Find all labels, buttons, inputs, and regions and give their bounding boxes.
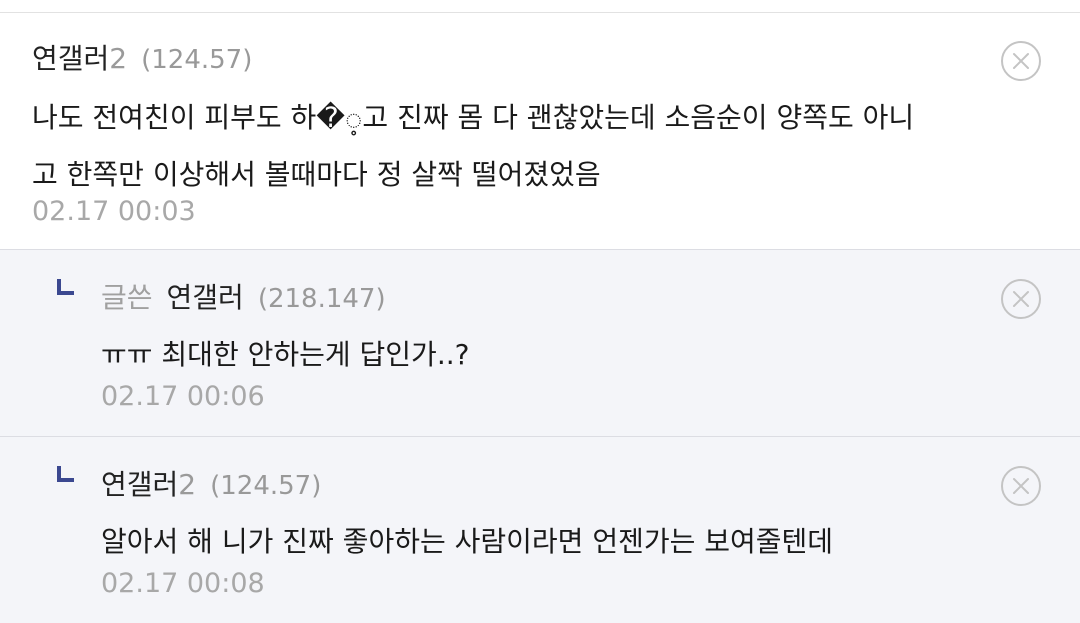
reply-item: 글쓴 연갤러 (218.147) ㅠㅠ 최대한 안하는게 답인가..? 02.1…: [0, 250, 1080, 437]
reply-header: 글쓴 연갤러 (218.147): [101, 276, 386, 316]
comment-text: 나도 전여친이 피부도 하�့고 진짜 몸 다 괜찮았는데 소음순이 양쪽도 아…: [32, 89, 914, 203]
top-divider: [0, 0, 1080, 13]
comment-text-line: 나도 전여친이 피부도 하�့고 진짜 몸 다 괜찮았는데 소음순이 양쪽도 아…: [32, 101, 915, 134]
reply-text: 알아서 해 니가 진짜 좋아하는 사람이라면 언젠가는 보여줄텐데: [101, 525, 834, 558]
close-circle-icon[interactable]: [1000, 40, 1042, 82]
reply-nickname-suffix: 2: [178, 468, 197, 501]
author-tag: 글쓴: [101, 281, 153, 314]
reply-header: 연갤러 2 (124.57): [101, 463, 321, 503]
comment-timestamp: 02.17 00:03: [32, 196, 196, 227]
reply-timestamp: 02.17 00:06: [101, 381, 265, 412]
close-circle-icon[interactable]: [1000, 465, 1042, 507]
reply-item: 연갤러 2 (124.57) 알아서 해 니가 진짜 좋아하는 사람이라면 언젠가…: [0, 437, 1080, 623]
comment-item: 연갤러 2 (124.57) 나도 전여친이 피부도 하�့고 진짜 몸 다 괜찮…: [0, 13, 1080, 250]
comment-nickname[interactable]: 연갤러: [32, 37, 109, 77]
reply-nickname[interactable]: 연갤러: [167, 276, 244, 316]
comment-text-line: 고 한쪽만 이상해서 볼때마다 정 살짝 떨어졌었음: [32, 158, 601, 191]
comment-header: 연갤러 2 (124.57): [32, 37, 252, 77]
reply-ip: (124.57): [210, 471, 322, 501]
reply-arrow-icon: [57, 279, 74, 295]
comment-nickname-suffix: 2: [109, 42, 128, 75]
comment-ip: (124.57): [141, 45, 253, 75]
reply-timestamp: 02.17 00:08: [101, 568, 265, 599]
close-circle-icon[interactable]: [1000, 278, 1042, 320]
reply-ip: (218.147): [257, 284, 386, 314]
reply-nickname[interactable]: 연갤러: [101, 463, 178, 503]
reply-arrow-icon: [57, 466, 74, 482]
reply-text: ㅠㅠ 최대한 안하는게 답인가..?: [101, 338, 470, 371]
